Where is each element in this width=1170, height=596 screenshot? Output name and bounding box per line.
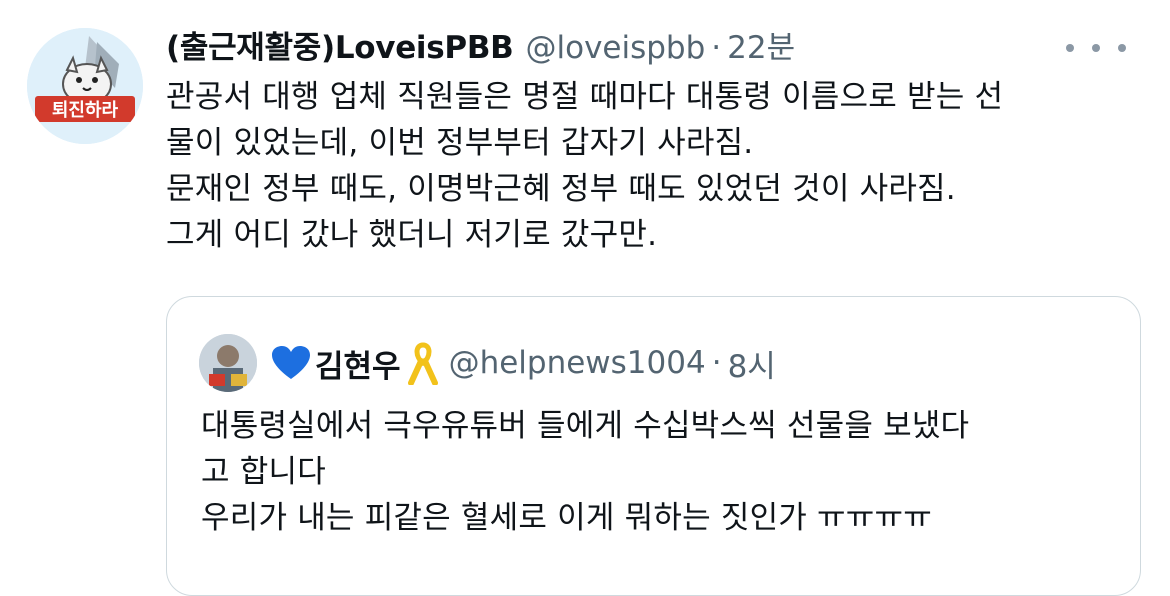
quoted-author-display-name[interactable]: 김현우 (315, 341, 401, 386)
more-options-icon[interactable] (1066, 34, 1126, 62)
yellow-ribbon-icon (407, 341, 439, 385)
quoted-tweet[interactable]: 김현우 @helpnews1004 · 8시 대통령실에서 극우유튜버 들에게 … (166, 296, 1141, 596)
author-avatar[interactable]: 퇴진하라 (27, 28, 143, 144)
quoted-text-line: 고 합니다 (201, 454, 326, 490)
tweet-text: 관공서 대행 업체 직원들은 명절 때마다 대통령 이름으로 받는 선 물이 있… (166, 74, 1156, 258)
quoted-tweet-header: 김현우 @helpnews1004 · 8시 (199, 333, 776, 393)
tweet[interactable]: (출근재활중)LoveisPBB @loveispbb · 22분 관공서 대행… (166, 26, 1156, 258)
quoted-author-avatar (199, 334, 257, 392)
tweet-timestamp[interactable]: 22분 (727, 26, 795, 70)
quoted-tweet-text: 대통령실에서 극우유튜버 들에게 수십박스씩 선물을 보냈다 고 합니다 우리가… (201, 403, 969, 541)
tweet-text-line: 그게 어디 갔나 했더니 저기로 갔구만. (166, 217, 658, 253)
quoted-text-line: 대통령실에서 극우유튜버 들에게 수십박스씩 선물을 보냈다 (201, 408, 970, 444)
tweet-text-line: 물이 있었는데, 이번 정부부터 갑자기 사라짐. (166, 125, 754, 161)
meta-separator: · (711, 30, 722, 66)
blue-heart-icon (271, 345, 311, 381)
avatar-image: 퇴진하라 (27, 28, 143, 144)
tweet-text-line: 관공서 대행 업체 직원들은 명절 때마다 대통령 이름으로 받는 선 (166, 79, 1004, 115)
tweet-text-line: 문재인 정부 때도, 이명박근혜 정부 때도 있었던 것이 사라짐. (166, 171, 956, 207)
tweet-header: (출근재활중)LoveisPBB @loveispbb · 22분 (166, 26, 1156, 70)
quoted-text-line: 우리가 내는 피같은 혈세로 이게 뭐하는 짓인가 ㅠㅠㅠㅠ (201, 500, 932, 536)
quoted-meta-separator: · (711, 345, 722, 381)
quoted-author-handle[interactable]: @helpnews1004 (449, 345, 706, 381)
author-handle[interactable]: @loveispbb (525, 26, 705, 70)
quoted-tweet-timestamp[interactable]: 8시 (728, 341, 776, 386)
avatar-banner-text: 퇴진하라 (52, 100, 119, 121)
author-display-name[interactable]: (출근재활중)LoveisPBB (166, 26, 514, 70)
